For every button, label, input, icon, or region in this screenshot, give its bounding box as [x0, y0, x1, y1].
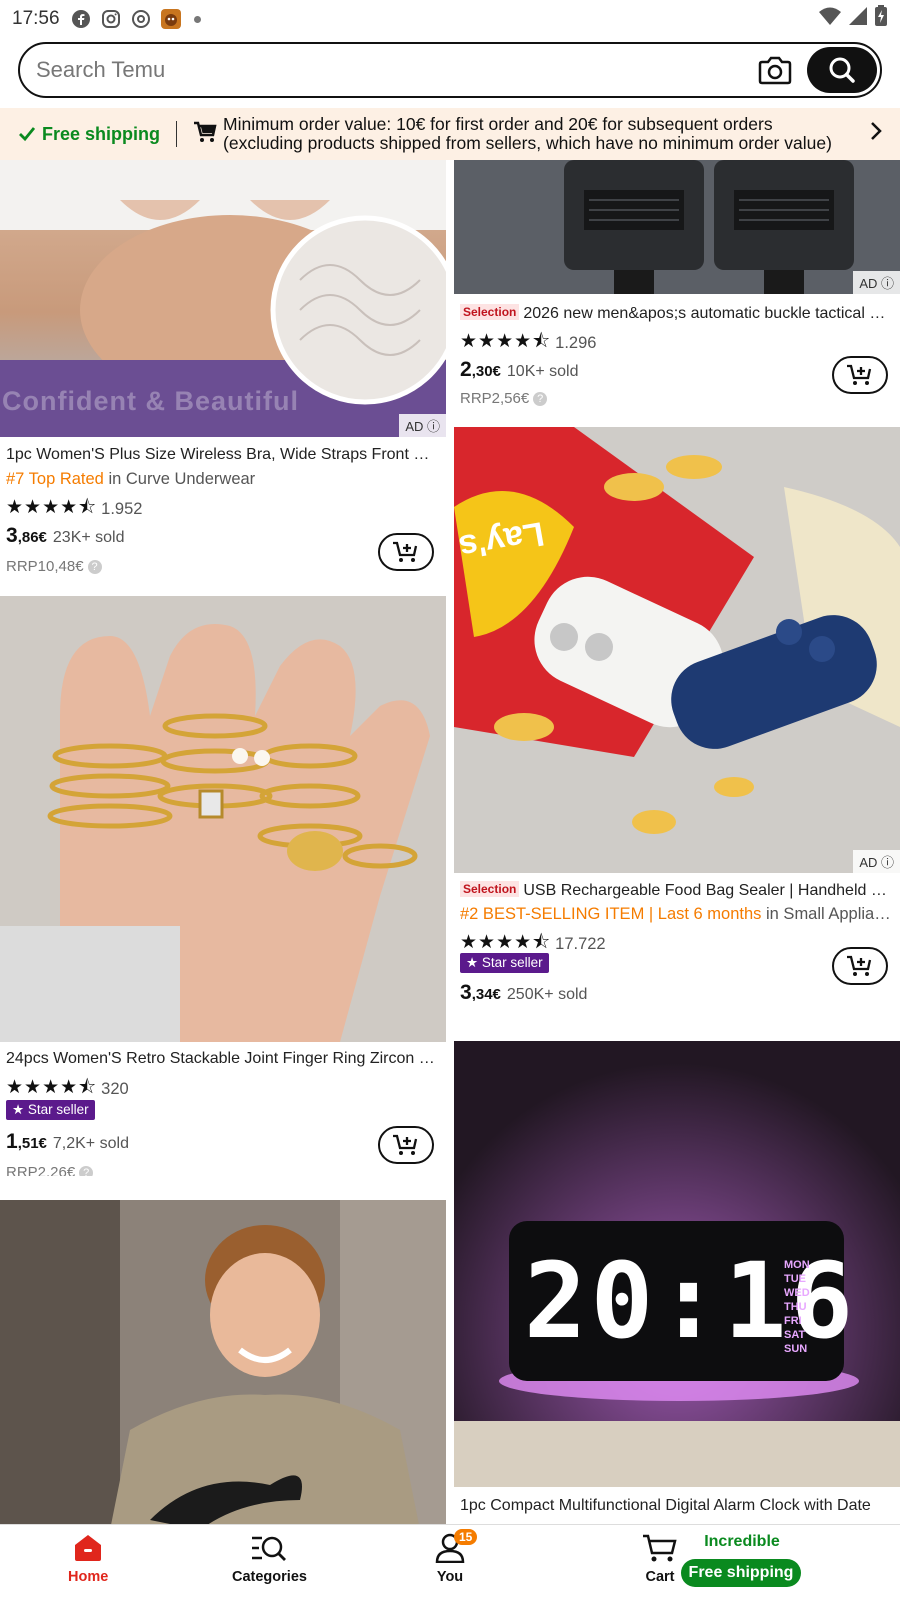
product-card-rings[interactable]: 24pcs Women'S Retro Stackable Joint Fing…: [0, 596, 446, 1176]
product-price: 3,86€ 23K+ sold: [6, 524, 125, 547]
star-seller-badge: ★ Star seller: [460, 953, 549, 973]
add-to-cart-icon: [847, 955, 872, 976]
product-card-bag-sealer[interactable]: Lay's AD ⓘ Selection USB Rechargeable Foo…: [454, 427, 900, 1001]
product-rating: ★★★★⯪ 1.952: [6, 493, 142, 525]
add-to-cart-button[interactable]: [378, 533, 434, 571]
product-rrp: RRP2,56€?: [460, 390, 548, 407]
rating-stars-icon: ★★★★⯪: [6, 497, 98, 518]
home-icon: [75, 1535, 102, 1561]
product-image: 20:16 MON TUE WED THU FRI SAT SUN: [454, 1041, 900, 1487]
search-button[interactable]: [807, 47, 877, 93]
product-rrp: RRP2,26€?: [6, 1164, 94, 1176]
cart-icon: [643, 1534, 677, 1562]
product-image: [0, 1200, 446, 1524]
chevron-right-icon[interactable]: [870, 120, 882, 148]
wifi-icon: [818, 6, 842, 32]
product-price: 3,34€ 250K+ sold: [460, 981, 588, 1001]
product-image: Lay's AD ⓘ: [454, 427, 900, 873]
selection-badge: Selection: [460, 304, 520, 320]
free-shipping-label: Free shipping: [18, 124, 160, 145]
product-card-bra[interactable]: Confident & Beautiful AD ⓘ 1pc Women'S P…: [0, 160, 446, 582]
minimum-order-message: Minimum order value: 10€ for first order…: [223, 114, 832, 153]
add-to-cart-icon: [847, 364, 872, 385]
add-to-cart-button[interactable]: [832, 356, 888, 394]
nav-home[interactable]: Home: [68, 1533, 108, 1585]
search-input[interactable]: [36, 57, 755, 83]
star-seller-badge: ★ Star seller: [6, 1100, 95, 1120]
camera-search-icon[interactable]: [755, 50, 795, 90]
banner-divider: [176, 121, 178, 147]
nav-categories[interactable]: Categories: [232, 1533, 307, 1585]
product-image: AD ⓘ: [454, 160, 900, 294]
game-app-icon: [160, 8, 182, 30]
product-title[interactable]: 1pc Women'S Plus Size Wireless Bra, Wide…: [6, 446, 440, 464]
product-rating: ★★★★⯪ 1.296: [460, 327, 596, 359]
ad-label: AD ⓘ: [399, 414, 446, 437]
product-price: 2,30€ 10K+ sold: [460, 358, 579, 381]
product-image: Confident & Beautiful AD ⓘ: [0, 160, 446, 437]
search-icon: [829, 57, 855, 83]
shopping-cart-icon: [193, 121, 217, 148]
product-title[interactable]: Selection USB Rechargeable Food Bag Seale…: [460, 881, 894, 900]
product-card-alarm-clock[interactable]: 20:16 MON TUE WED THU FRI SAT SUN 1pc Compact …: [454, 1041, 900, 1524]
product-title[interactable]: Selection 2026 new men&apos;s automatic b…: [460, 304, 894, 323]
info-icon: ?: [533, 391, 548, 406]
shipping-banner[interactable]: Free shipping Minimum order value: 10€ f…: [0, 108, 900, 160]
incredible-label: Incredible: [704, 1533, 780, 1550]
notification-badge: 15: [454, 1529, 478, 1545]
clock-days: MON TUE WED THU FRI SAT SUN: [784, 1259, 810, 1355]
ad-label: AD ⓘ: [853, 850, 900, 873]
product-image: [0, 596, 446, 1042]
product-rank: #7 Top Rated in Curve Underwear: [6, 470, 256, 488]
facebook-icon: [70, 8, 92, 30]
status-bar: 17:56: [0, 0, 900, 38]
check-icon: [19, 127, 36, 142]
instagram-icon: [100, 8, 122, 30]
ad-label: AD ⓘ: [853, 271, 900, 294]
add-to-cart-icon: [393, 1134, 418, 1155]
product-rank: #2 BEST-SELLING ITEM | Last 6 months in …: [460, 905, 894, 923]
nav-you[interactable]: 15 You: [434, 1529, 478, 1585]
product-rrp: RRP10,48€?: [6, 558, 102, 575]
product-card-kids-tshirt[interactable]: [0, 1200, 446, 1524]
add-to-cart-button[interactable]: [832, 947, 888, 985]
product-card-belt[interactable]: AD ⓘ Selection 2026 new men&apos;s automa…: [454, 160, 900, 418]
notification-dot-icon: [193, 15, 201, 23]
search-bar: [18, 42, 882, 98]
selection-badge: Selection: [460, 881, 520, 897]
product-title[interactable]: 1pc Compact Multifunctional Digital Alar…: [460, 1497, 894, 1515]
rating-stars-icon: ★★★★⯪: [460, 331, 552, 352]
image-overlay-text: Confident & Beautiful: [2, 386, 299, 416]
signal-icon: [848, 6, 868, 32]
add-to-cart-icon: [393, 541, 418, 562]
product-grid: Confident & Beautiful AD ⓘ 1pc Women'S P…: [0, 160, 900, 1524]
status-time: 17:56: [12, 8, 60, 29]
nav-cart[interactable]: Cart: [642, 1533, 678, 1585]
bottom-nav: Home Categories 15 You Cart Incredible F…: [0, 1524, 900, 1600]
product-title[interactable]: 24pcs Women'S Retro Stackable Joint Fing…: [6, 1050, 440, 1068]
battery-icon: [874, 5, 888, 33]
free-shipping-pill[interactable]: Free shipping: [681, 1559, 801, 1587]
add-to-cart-button[interactable]: [378, 1126, 434, 1164]
categories-icon: [252, 1536, 287, 1561]
clock-display: 20:16: [524, 1240, 858, 1362]
info-icon: ?: [79, 1165, 94, 1176]
info-icon: ?: [87, 559, 102, 574]
threads-icon: [130, 8, 152, 30]
product-price: 1,51€ 7,2K+ sold: [6, 1130, 129, 1153]
